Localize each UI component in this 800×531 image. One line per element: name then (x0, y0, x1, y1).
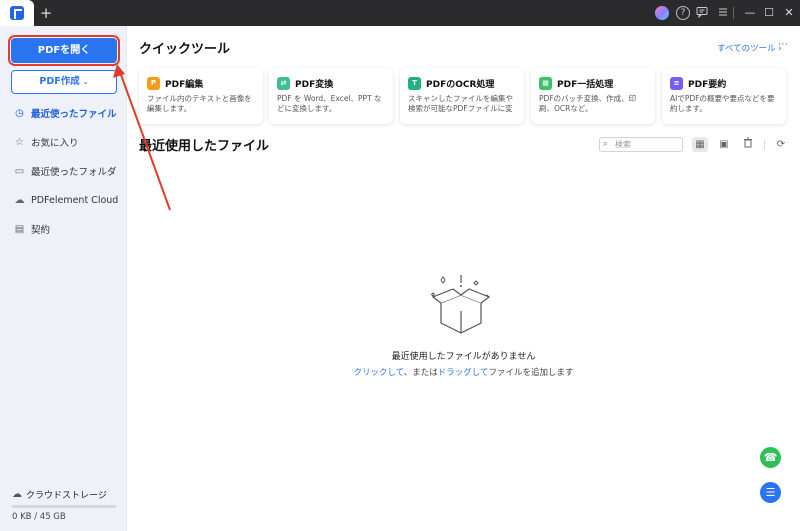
app-home-tab[interactable] (0, 0, 34, 26)
search-icon: ⌕ (603, 139, 609, 149)
more-options-icon[interactable]: ⋯ (778, 39, 789, 50)
tool-card-title: PDF変換 (295, 80, 334, 90)
avatar-icon[interactable] (655, 6, 669, 20)
sidebar-item-label: PDFelement Cloud (31, 194, 119, 206)
star-icon: ☆ (15, 136, 24, 148)
new-tab-button[interactable]: + (38, 4, 54, 22)
cloud-icon: ☁ (14, 194, 25, 206)
list-view-button[interactable]: ▦ (692, 137, 708, 152)
contract-icon: ▤ (14, 223, 25, 235)
cloud-storage-link[interactable]: ☁ クラウドストレージ (12, 488, 107, 501)
folder-icon: ▭ (14, 165, 25, 177)
tool-card-title: PDF編集 (165, 80, 204, 90)
refresh-button[interactable]: ⟳ (773, 137, 789, 152)
empty-message: 最近使用したファイルがありません (391, 352, 536, 362)
titlebar-divider (733, 7, 734, 19)
grid-view-button[interactable]: ▣ (716, 137, 732, 152)
open-pdf-button[interactable]: PDFを開く (8, 35, 120, 66)
recent-files-title: 最近使用したファイル (139, 139, 270, 154)
search-box[interactable]: ⌕ (599, 137, 683, 152)
search-input[interactable] (615, 139, 679, 150)
tools-float-button[interactable]: ☰ (760, 482, 781, 503)
sidebar-item-label: お気に入り (31, 138, 79, 149)
main-panel: クイックツール すべてのツール › ⋯ P PDF編集 ファイル内のテキストと画… (127, 26, 800, 531)
ocr-icon: T (408, 77, 421, 90)
storage-usage-text: 0 KB / 45 GB (12, 512, 66, 522)
sidebar-item-favorites[interactable]: ☆ お気に入り (14, 133, 79, 151)
sidebar-item-recent-files[interactable]: ◷ 最近使ったファイル (14, 104, 117, 122)
title-bar: + ? — ☐ ✕ (0, 0, 800, 26)
tool-card-pdf-ocr[interactable]: T PDFのOCR処理 スキャンしたファイルを編集や検索が可能なPDFファイルに… (400, 68, 524, 124)
tool-card-pdf-edit[interactable]: P PDF編集 ファイル内のテキストと画像を編集します。 (139, 68, 263, 124)
tool-card-title: PDF要約 (688, 80, 727, 90)
empty-hint-text: 、または (403, 368, 438, 378)
tool-card-desc: PDF を Word、Excel、PPT などに変換します。 (277, 94, 382, 113)
tool-card-title: PDFのOCR処理 (426, 80, 495, 90)
sidebar-item-contract[interactable]: ▤ 契約 (14, 220, 50, 238)
pdfelement-logo-icon (10, 6, 24, 20)
click-to-add-link[interactable]: クリックして (353, 368, 403, 378)
batch-icon: ▦ (539, 77, 552, 90)
tool-card-pdf-batch[interactable]: ▦ PDF一括処理 PDFのバッチ変換、作成、印刷、OCRなど。 (531, 68, 655, 124)
cloud-storage-label: クラウドストレージ (26, 491, 107, 501)
drag-to-add-link[interactable]: ドラッグして (438, 368, 489, 378)
close-button[interactable]: ✕ (779, 4, 799, 22)
tool-card-title: PDF一括処理 (557, 80, 614, 90)
support-headset-button[interactable]: ☎ (760, 447, 781, 468)
sidebar-item-label: 契約 (31, 225, 51, 236)
create-pdf-button[interactable]: PDF作成 ⌄ (11, 70, 117, 94)
toolbar-divider (764, 139, 765, 150)
tool-card-desc: スキャンしたファイルを編集や検索が可能なPDFファイルに変換... (408, 94, 513, 113)
help-icon[interactable]: ? (676, 6, 690, 20)
empty-hint-text: ファイルを追加します (488, 368, 574, 378)
sidebar: PDFを開く PDF作成 ⌄ ◷ 最近使ったファイル ☆ お気に入り ▭ 最近使っ… (0, 26, 127, 531)
create-pdf-label: PDF作成 (39, 76, 80, 87)
sidebar-item-recent-folders[interactable]: ▭ 最近使ったフォルダ (14, 162, 117, 180)
quick-tools-title: クイックツール (139, 42, 231, 57)
minimize-button[interactable]: — (740, 4, 760, 22)
sidebar-item-label: 最近使ったフォルダ (31, 167, 117, 178)
edit-icon: P (147, 77, 160, 90)
empty-box-illustration (430, 275, 491, 334)
sidebar-item-cloud[interactable]: ☁ PDFelement Cloud (14, 191, 119, 209)
storage-usage-bar (12, 505, 116, 508)
cloud-icon: ☁ (12, 489, 22, 500)
menu-icon[interactable] (716, 6, 730, 20)
clock-check-icon: ◷ (15, 107, 24, 119)
chat-icon[interactable] (695, 6, 709, 20)
tool-card-pdf-summary[interactable]: ≡ PDF要約 AIでPDFの概要や要点などを要約します。 (662, 68, 786, 124)
maximize-button[interactable]: ☐ (759, 4, 779, 22)
convert-icon: ⇄ (277, 77, 290, 90)
empty-hint: クリックして、またはドラッグしてファイルを追加します (127, 366, 800, 378)
tool-card-desc: ファイル内のテキストと画像を編集します。 (147, 94, 252, 113)
chevron-down-icon: ⌄ (82, 78, 89, 86)
tool-card-pdf-convert[interactable]: ⇄ PDF変換 PDF を Word、Excel、PPT などに変換します。 (269, 68, 393, 124)
sidebar-item-label: 最近使ったファイル (31, 109, 117, 120)
tool-card-desc: PDFのバッチ変換、作成、印刷、OCRなど。 (539, 94, 637, 113)
all-tools-link[interactable]: すべてのツール › (717, 42, 782, 54)
trash-button[interactable] (740, 137, 756, 152)
tool-card-desc: AIでPDFの概要や要点などを要約します。 (670, 94, 775, 113)
summary-icon: ≡ (670, 77, 683, 90)
